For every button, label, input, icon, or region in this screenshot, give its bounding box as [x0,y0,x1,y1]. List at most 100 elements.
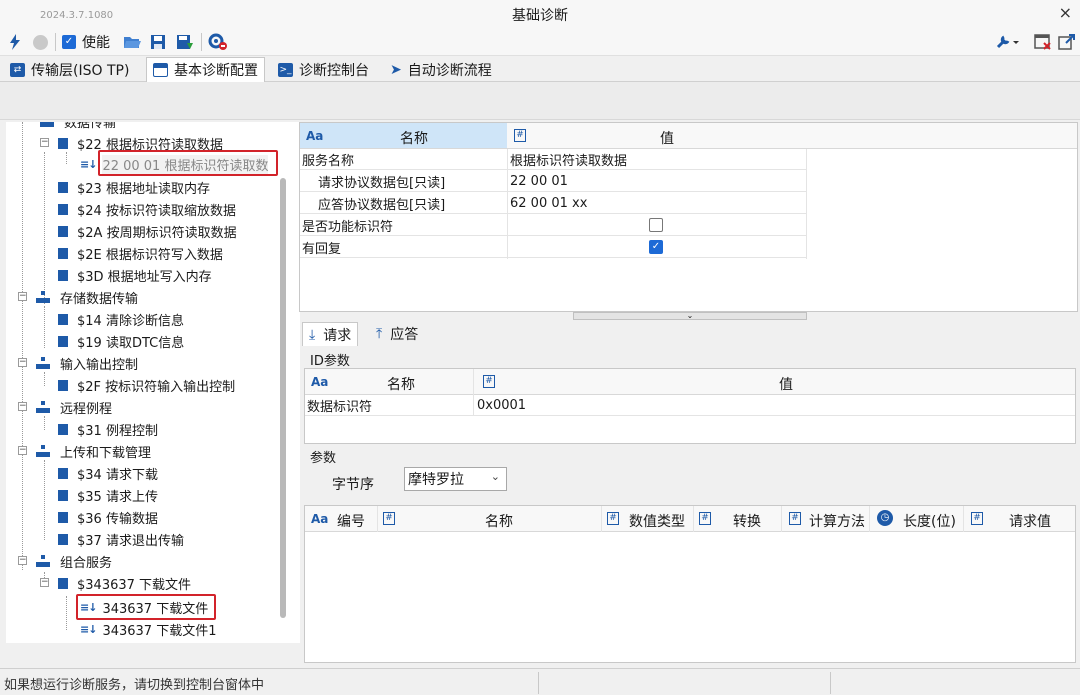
tree-item-s34[interactable]: $34 请求下载 [58,462,158,484]
group-icon [40,122,54,127]
stop-icon[interactable] [30,32,50,52]
upload-arrow-icon: ⤒ [376,326,383,342]
has-reply-checkbox[interactable]: ✓ [649,240,663,254]
close-icon[interactable]: × [1059,3,1072,22]
tree-item-s3D[interactable]: $3D 根据地址写入内存 [58,264,212,286]
enable-toggle[interactable]: ✓ 使能 [62,32,118,52]
export-icon[interactable] [1056,32,1078,52]
collapse-toggle[interactable]: − [18,556,27,565]
number-type-icon: # [483,375,495,388]
tab-transport-layer[interactable]: ⇄ 传输层(ISO TP) [4,57,135,82]
toolbar: ✓ 使能 [0,28,1080,56]
tools-dropdown-icon[interactable] [994,32,1022,52]
save-as-icon[interactable] [174,32,196,52]
group-icon [36,401,50,413]
number-type-icon: # [699,512,711,525]
tree-item-s31[interactable]: $31 例程控制 [58,418,158,440]
lightning-icon[interactable] [6,32,24,52]
col-request-value-header[interactable]: 请求值 [1009,511,1051,531]
byte-order-select[interactable]: 摩特罗拉 ⌄ [404,467,507,491]
tree-group-data-transfer[interactable]: 数据传输 [40,122,116,132]
col-name-header[interactable]: 名称 [400,128,428,148]
prop-row-service-name[interactable]: 服务名称 根据标识符读取数据 [300,149,806,170]
group-icon [36,445,50,457]
col-length-header[interactable]: 长度(位) [903,511,956,531]
tree-group-io-control[interactable]: 输入输出控制 [36,352,138,374]
collapse-toggle[interactable]: − [40,578,49,587]
collapse-toggle[interactable]: − [18,402,27,411]
window-icon [153,63,168,77]
tree-group-upload-download[interactable]: 上传和下载管理 [36,440,151,462]
tree-group-remote-routine[interactable]: 远程例程 [36,396,112,418]
prop-row-has-reply[interactable]: 有回复 ✓ [300,237,806,258]
prop-row-functional-id[interactable]: 是否功能标识符 [300,215,806,236]
col-calc-method-header[interactable]: 计算方法 [809,511,865,531]
tree-item-s36[interactable]: $36 传输数据 [58,506,158,528]
tree-scrollbar[interactable] [280,178,286,618]
save-icon[interactable] [148,32,168,52]
tab-response[interactable]: ⤒ 应答 [370,322,424,346]
main-tab-bar: ⇄ 传输层(ISO TP) 基本诊断配置 >_ 诊断控制台 ➤ 自动诊断流程 [0,56,1080,82]
service-tree: 数据传输 − $22 根据标识符读取数据 ≡↓ 22 00 01 根据标识符读取… [6,122,300,643]
tree-item-s2A[interactable]: $2A 按周期标识符读取数据 [58,220,237,242]
tab-basic-diag-config[interactable]: 基本诊断配置 [146,57,265,82]
properties-grid: Aa 名称 # 值 服务名称 根据标识符读取数据 请求协议数据包[只读] 22 … [299,122,1078,312]
tree-item-s24[interactable]: $24 按标识符读取缩放数据 [58,198,236,220]
id-params-grid: Aa 名称 # 值 数据标识符 0x0001 [304,368,1076,444]
tree-item-download-file-1[interactable]: ≡↓ 343637 下载文件1 [80,618,216,640]
number-type-icon: # [789,512,801,525]
diagnose-settings-icon[interactable] [206,32,230,52]
col-number-header[interactable]: 编号 [337,511,365,531]
service-icon [58,137,68,149]
text-type-icon: Aa [306,129,324,143]
sub-service-icon: ≡↓ [80,157,97,171]
splitter-handle[interactable]: ⌄ [573,312,807,320]
number-type-icon: # [971,512,983,525]
tree-item-s2F[interactable]: $2F 按标识符输入输出控制 [58,374,235,396]
tree-item-s19[interactable]: $19 读取DTC信息 [58,330,184,352]
tree-item-s35[interactable]: $35 请求上传 [58,484,158,506]
col-convert-header[interactable]: 转换 [733,511,761,531]
highlight-box-s22 [98,150,278,176]
number-type-icon: # [383,512,395,525]
params-grid: Aa 编号 # 名称 # 数值类型 # 转换 # 计算方法 ◷ 长度(位) # … [304,505,1076,663]
clock-icon: ◷ [877,510,893,526]
tree-item-s23[interactable]: $23 根据地址读取内存 [58,176,210,198]
status-bar: 如果想运行诊断服务，请切换到控制台窗体中 [0,668,1080,695]
number-type-icon: # [607,512,619,525]
tree-group-storage[interactable]: 存储数据传输 [36,286,138,308]
collapse-toggle[interactable]: − [18,446,27,455]
window-close-icon[interactable] [1032,32,1054,52]
col-value-type-header[interactable]: 数值类型 [629,511,685,531]
status-message: 如果想运行诊断服务，请切换到控制台窗体中 [4,678,265,693]
group-icon [36,291,50,303]
col-value-header[interactable]: 值 [779,374,793,394]
tab-auto-diag-flow[interactable]: ➤ 自动诊断流程 [384,57,498,82]
ribbon-area [0,82,1080,120]
collapse-toggle[interactable]: − [40,138,49,147]
open-folder-icon[interactable] [122,32,142,52]
tab-diag-console[interactable]: >_ 诊断控制台 [272,57,375,82]
id-param-row[interactable]: 数据标识符 0x0001 [305,395,1075,416]
params-label: 参数 [310,451,337,466]
title-bar: 2024.3.7.1080 基础诊断 × [0,0,1080,28]
tree-item-s2E[interactable]: $2E 根据标识符写入数据 [58,242,223,264]
tree-item-s37[interactable]: $37 请求退出传输 [58,528,184,550]
sub-service-icon: ≡↓ [80,622,97,636]
functional-id-checkbox[interactable] [649,218,663,232]
col-value-header[interactable]: 值 [660,128,674,148]
enable-checkbox[interactable]: ✓ [62,35,76,49]
prop-row-request-pdu[interactable]: 请求协议数据包[只读] 22 00 01 [300,171,806,192]
tree-group-combined[interactable]: 组合服务 [36,550,112,572]
console-icon: >_ [278,62,293,77]
col-name-header[interactable]: 名称 [485,511,513,531]
collapse-toggle[interactable]: − [18,358,27,367]
tab-request[interactable]: ⤓ 请求 [302,322,359,346]
window-title: 基础诊断 [512,8,568,24]
tree-item-s343637[interactable]: $343637 下载文件 [58,572,191,594]
tree-item-s14[interactable]: $14 清除诊断信息 [58,308,184,330]
collapse-toggle[interactable]: − [18,292,27,301]
col-name-header[interactable]: 名称 [387,374,415,394]
enable-label: 使能 [82,35,110,51]
prop-row-response-pdu[interactable]: 应答协议数据包[只读] 62 00 01 xx [300,193,806,214]
